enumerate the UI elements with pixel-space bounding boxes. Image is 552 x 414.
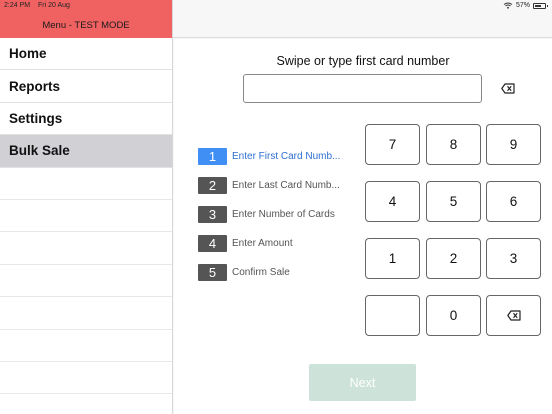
battery-icon xyxy=(533,2,548,9)
step-number: 4 xyxy=(198,235,227,252)
sidebar-empty-row xyxy=(0,330,172,362)
step-label: Enter Number of Cards xyxy=(232,209,335,220)
backspace-icon xyxy=(506,310,521,321)
battery-percent: 57% xyxy=(515,2,530,9)
key-blank[interactable] xyxy=(365,295,420,336)
step-number: 2 xyxy=(198,177,227,194)
step-number: 1 xyxy=(198,148,227,165)
key-8[interactable]: 8 xyxy=(426,124,481,165)
step-label: Enter Amount xyxy=(232,238,293,249)
card-prompt: Swipe or type first card number xyxy=(276,54,450,68)
sidebar-item-settings[interactable]: Settings xyxy=(0,103,172,136)
status-time: 2:24 PM xyxy=(4,2,31,9)
step-number: 3 xyxy=(198,206,227,223)
main-header xyxy=(173,0,552,38)
step-label: Confirm Sale xyxy=(232,267,290,278)
step-5: 5 Confirm Sale xyxy=(198,264,290,281)
sidebar-item-bulk-sale[interactable]: Bulk Sale xyxy=(0,135,172,168)
step-number: 5 xyxy=(198,264,227,281)
key-1[interactable]: 1 xyxy=(365,238,420,279)
status-bar-right: 57% xyxy=(503,2,548,9)
status-date: Fri 20 Aug xyxy=(38,2,70,9)
sidebar-empty-row xyxy=(0,200,172,233)
status-bar-left: 2:24 PM Fri 20 Aug xyxy=(4,2,76,9)
key-backspace[interactable] xyxy=(486,295,541,336)
key-5[interactable]: 5 xyxy=(426,181,481,222)
step-4: 4 Enter Amount xyxy=(198,235,293,252)
key-6[interactable]: 6 xyxy=(486,181,541,222)
key-3[interactable]: 3 xyxy=(486,238,541,279)
sidebar-empty-row xyxy=(0,265,172,298)
sidebar-item-home[interactable]: Home xyxy=(0,38,172,71)
key-9[interactable]: 9 xyxy=(486,124,541,165)
backspace-icon[interactable] xyxy=(501,83,515,94)
step-label: Enter First Card Numb... xyxy=(232,151,341,162)
sidebar: Menu - TEST MODE Home Reports Settings B… xyxy=(0,0,173,414)
sidebar-item-reports[interactable]: Reports xyxy=(0,70,172,103)
step-1: 1 Enter First Card Numb... xyxy=(198,148,340,165)
wifi-icon xyxy=(503,2,513,9)
step-3: 3 Enter Number of Cards xyxy=(198,206,335,223)
bulk-sale-panel: Swipe or type first card number 1 Enter … xyxy=(174,39,552,414)
next-button[interactable]: Next xyxy=(309,364,416,401)
card-number-input[interactable] xyxy=(243,74,482,103)
key-7[interactable]: 7 xyxy=(365,124,420,165)
step-label: Enter Last Card Numb... xyxy=(232,180,340,191)
key-4[interactable]: 4 xyxy=(365,181,420,222)
key-0[interactable]: 0 xyxy=(426,295,481,336)
sidebar-empty-row xyxy=(0,362,172,395)
sidebar-empty-row xyxy=(0,232,172,265)
sidebar-empty-row xyxy=(0,297,172,330)
step-2: 2 Enter Last Card Numb... xyxy=(198,177,340,194)
sidebar-empty-row xyxy=(0,168,172,200)
key-2[interactable]: 2 xyxy=(426,238,481,279)
